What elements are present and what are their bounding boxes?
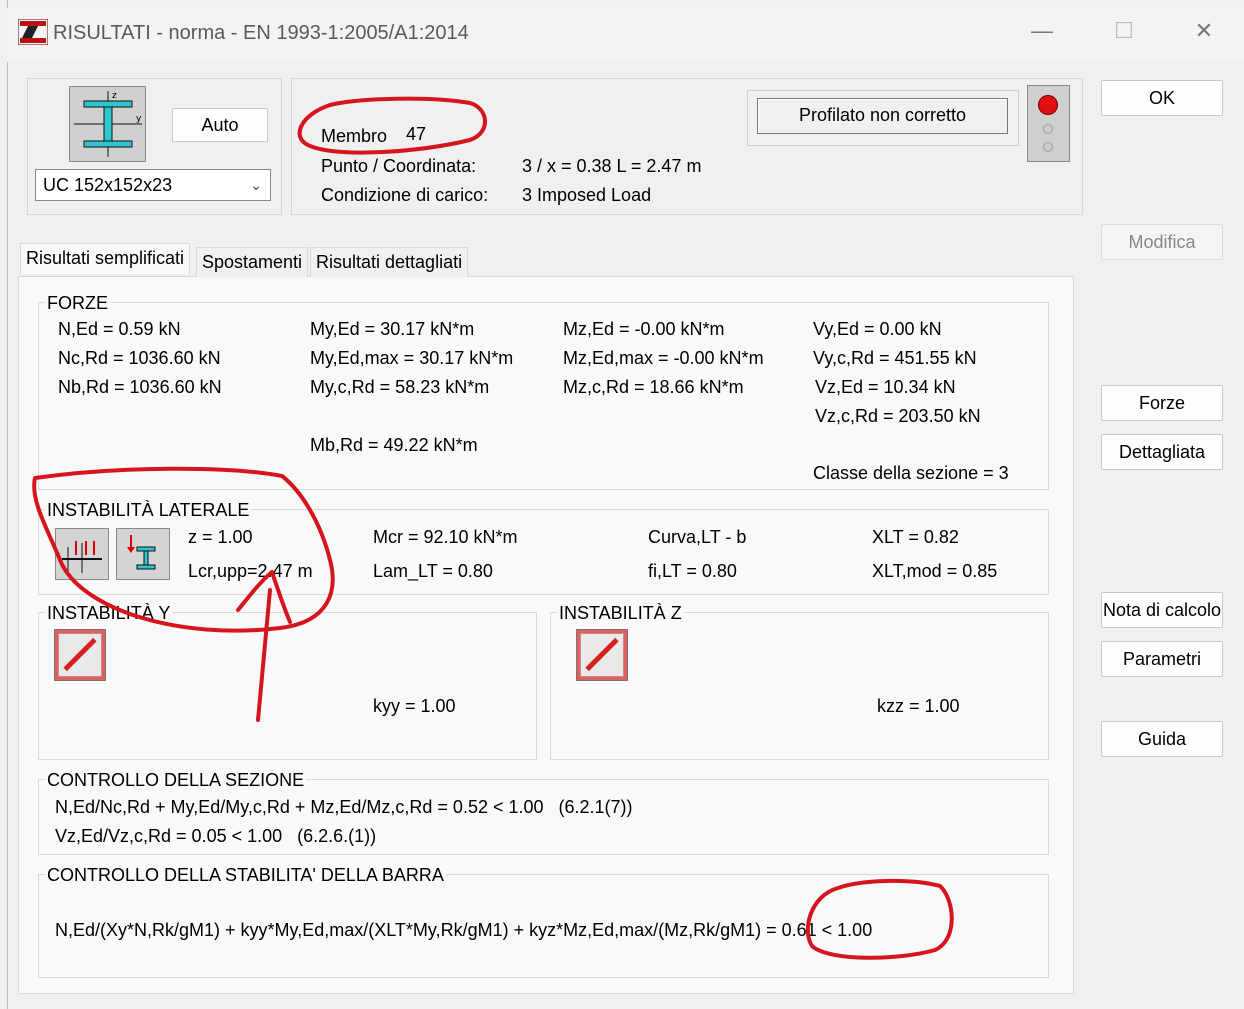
dettagliata-button[interactable]: Dettagliata [1101, 434, 1223, 470]
forze-value: Mz,Ed,max = -0.00 kN*m [563, 348, 764, 368]
carico-label: Condizione di carico: [321, 185, 489, 205]
xlt-mod-value: XLT,mod = 0.85 [872, 561, 998, 581]
chevron-down-icon[interactable]: ⌄ [250, 170, 262, 200]
modifica-button[interactable]: Modifica [1101, 224, 1223, 260]
svg-text:z: z [112, 91, 117, 101]
beam-section-icon[interactable] [116, 528, 170, 580]
status-light-icon [1027, 85, 1070, 162]
maximize-button[interactable]: ☐ [1104, 18, 1144, 44]
profile-section-icon[interactable]: z y [69, 86, 146, 162]
forze-value: Vz,Ed = 10.34 kN [815, 377, 956, 397]
stabilita-check: N,Ed/(Xy*N,Rk/gM1) + kyy*My,Ed,max/(XLT*… [55, 920, 873, 940]
forze-value: My,c,Rd = 58.23 kN*m [310, 377, 490, 397]
forze-value: Vy,c,Rd = 451.55 kN [813, 348, 977, 368]
instabilita-y-group [38, 612, 537, 760]
forze-value: My,Ed,max = 30.17 kN*m [310, 348, 514, 368]
forze-title: FORZE [45, 293, 110, 313]
membro-value: 47 [406, 124, 427, 144]
svg-text:y: y [136, 114, 142, 124]
fi-lt-value: fi,LT = 0.80 [648, 561, 737, 581]
profile-select[interactable]: UC 152x152x23 ⌄ [35, 169, 271, 201]
tab-risultati-semplificati[interactable]: Risultati semplificati [20, 243, 191, 274]
app-logo-icon [18, 19, 48, 45]
disabled-x-icon [576, 629, 628, 681]
z-value: z = 1.00 [188, 527, 253, 547]
window-title: RISULTATI - norma - EN 1993-1:2005/A1:20… [53, 22, 469, 44]
guida-button[interactable]: Guida [1101, 721, 1223, 757]
forze-value: Mz,c,Rd = 18.66 kN*m [563, 377, 744, 397]
instabilita-z-title: INSTABILITÀ Z [557, 603, 684, 623]
profile-select-value: UC 152x152x23 [43, 175, 173, 195]
kzz-value: kzz = 1.00 [877, 696, 960, 716]
auto-button[interactable]: Auto [172, 108, 268, 142]
ok-button[interactable]: OK [1101, 80, 1223, 116]
forze-value: Mz,Ed = -0.00 kN*m [563, 319, 725, 339]
forze-value: N,Ed = 0.59 kN [58, 319, 181, 339]
kyy-value: kyy = 1.00 [373, 696, 456, 716]
xlt-value: XLT = 0.82 [872, 527, 959, 547]
sezione-check-2: Vz,Ed/Vz,c,Rd = 0.05 < 1.00 (6.2.6.(1)) [55, 826, 377, 846]
lcr-value: Lcr,upp=2.47 m [188, 561, 313, 581]
status-text: Profilato non corretto [757, 98, 1008, 134]
forze-value: My,Ed = 30.17 kN*m [310, 319, 475, 339]
carico-value: 3 Imposed Load [522, 185, 652, 205]
close-button[interactable]: ✕ [1184, 18, 1224, 44]
nota-di-calcolo-button[interactable]: Nota di calcolo [1101, 592, 1223, 628]
forze-value: Vy,Ed = 0.00 kN [813, 319, 942, 339]
minimize-button[interactable]: — [1022, 18, 1062, 44]
tab-risultati-dettagliati[interactable]: Risultati dettagliati [310, 247, 469, 277]
instabilita-laterale-group [38, 509, 1049, 595]
mcr-value: Mcr = 92.10 kN*m [373, 527, 518, 547]
forze-value: Vz,c,Rd = 203.50 kN [815, 406, 981, 426]
sezione-check-1: N,Ed/Nc,Rd + My,Ed/My,c,Rd + Mz,Ed/Mz,c,… [55, 797, 633, 817]
controllo-sezione-title: CONTROLLO DELLA SEZIONE [45, 770, 307, 790]
controllo-stabilita-title: CONTROLLO DELLA STABILITA' DELLA BARRA [45, 865, 446, 885]
tab-spostamenti[interactable]: Spostamenti [196, 247, 309, 277]
instabilita-laterale-title: INSTABILITÀ LATERALE [45, 500, 252, 520]
disabled-x-icon [54, 629, 106, 681]
forze-value: Nc,Rd = 1036.60 kN [58, 348, 221, 368]
curva-lt-value: Curva,LT - b [648, 527, 747, 547]
punto-label: Punto / Coordinata: [321, 156, 477, 176]
forze-button[interactable]: Forze [1101, 385, 1223, 421]
parametri-button[interactable]: Parametri [1101, 641, 1223, 677]
mb-rd-value: Mb,Rd = 49.22 kN*m [310, 435, 478, 455]
instabilita-y-title: INSTABILITÀ Y [45, 603, 173, 623]
membro-label: Membro [321, 126, 388, 146]
load-position-icon[interactable] [55, 528, 109, 580]
classe-sezione: Classe della sezione = 3 [813, 463, 1009, 483]
punto-value: 3 / x = 0.38 L = 2.47 m [522, 156, 702, 176]
forze-value: Nb,Rd = 1036.60 kN [58, 377, 222, 397]
lam-lt-value: Lam_LT = 0.80 [373, 561, 493, 581]
